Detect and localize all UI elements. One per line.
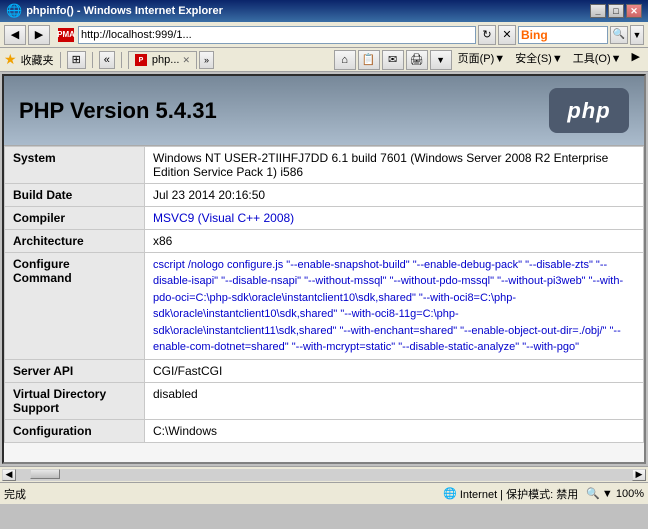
browser-icon: 🌐 xyxy=(6,3,22,19)
search-icon: 🔍 xyxy=(613,29,625,40)
row-value-build-date: Jul 23 2014 20:16:50 xyxy=(145,184,644,207)
row-label-architecture: Architecture xyxy=(5,230,145,253)
table-row: ConfigureCommand cscript /nologo configu… xyxy=(5,253,644,360)
row-label-build-date: Build Date xyxy=(5,184,145,207)
favorites-star-icon: ★ xyxy=(4,51,17,68)
address-bar: PMA http://localhost:999/1... ↻ ✕ xyxy=(58,25,516,45)
feeds-button[interactable]: 📋 xyxy=(358,50,380,70)
add-fav-icon: « xyxy=(104,54,110,66)
back-icon: ◀ xyxy=(11,28,19,41)
tab-pma-icon: P xyxy=(135,54,147,66)
collapse-icon: ⊞ xyxy=(72,53,81,66)
address-value: http://localhost:999/1... xyxy=(81,29,192,41)
status-bar: 完成 🌐 Internet | 保护模式: 禁用 🔍 ▼ 100% xyxy=(0,482,648,504)
forward-button[interactable]: ▶ xyxy=(28,25,50,45)
zoom-level: ▼ 100% xyxy=(602,488,644,500)
internet-zone: 🌐 Internet | 保护模式: 禁用 xyxy=(443,486,578,502)
horizontal-scrollbar[interactable] xyxy=(16,469,632,481)
table-row: Virtual DirectorySupport disabled xyxy=(5,383,644,420)
close-button[interactable]: ✕ xyxy=(626,4,642,18)
stop-icon: ✕ xyxy=(502,28,511,41)
row-value-vdir: disabled xyxy=(145,383,644,420)
status-text: 完成 xyxy=(4,486,26,502)
row-value-compiler: MSVC9 (Visual C++ 2008) xyxy=(145,207,644,230)
scroll-thumb xyxy=(30,469,60,479)
row-label-system: System xyxy=(5,147,145,184)
forward-icon: ▶ xyxy=(35,28,43,41)
content-area: PHP Version 5.4.31 php System Windows NT… xyxy=(2,74,646,464)
scroll-right-button[interactable]: ▶ xyxy=(632,469,646,481)
status-left: 完成 xyxy=(4,486,26,502)
table-row: Compiler MSVC9 (Visual C++ 2008) xyxy=(5,207,644,230)
row-label-compiler: Compiler xyxy=(5,207,145,230)
row-label-vdir: Virtual DirectorySupport xyxy=(5,383,145,420)
php-logo: php xyxy=(549,88,629,133)
scroll-left-button[interactable]: ◀ xyxy=(2,469,16,481)
row-label-config: Configuration xyxy=(5,420,145,443)
row-value-configure: cscript /nologo configure.js "--enable-s… xyxy=(145,253,644,360)
tab-area: P php... ✕ » xyxy=(128,51,330,69)
stop-button[interactable]: ✕ xyxy=(498,25,516,45)
row-value-architecture: x86 xyxy=(145,230,644,253)
scrollbar-area: ◀ ▶ xyxy=(0,466,648,482)
window-title: phpinfo() - Windows Internet Explorer xyxy=(26,5,223,17)
php-info-table: System Windows NT USER-2TIIHFJ7DD 6.1 bu… xyxy=(4,146,644,443)
table-row: Configuration C:\Windows xyxy=(5,420,644,443)
menu-bar: ⌂ 📋 ✉ 🖨 ▼ 页面(P)▼ 安全(S)▼ 工具(O)▼ ▶ xyxy=(334,50,644,70)
tab-label: php... xyxy=(152,54,180,66)
tab-close-icon[interactable]: ✕ xyxy=(182,55,190,66)
php-version-title: PHP Version 5.4.31 xyxy=(19,98,217,124)
php-logo-text: php xyxy=(567,98,610,124)
page-menu[interactable]: 页面(P)▼ xyxy=(454,50,510,70)
nav-toolbar: ◀ ▶ PMA http://localhost:999/1... ↻ ✕ Bi… xyxy=(0,22,648,48)
favorites-label: 收藏夹 xyxy=(21,52,54,68)
search-dropdown-button[interactable]: ▼ xyxy=(630,25,644,45)
zoom-control[interactable]: 🔍 ▼ 100% xyxy=(586,487,644,500)
home-button[interactable]: ⌂ xyxy=(334,50,356,70)
row-label-configure: ConfigureCommand xyxy=(5,253,145,360)
row-value-config: C:\Windows xyxy=(145,420,644,443)
refresh-button[interactable]: ↻ xyxy=(478,25,496,45)
row-label-server-api: Server API xyxy=(5,360,145,383)
address-input[interactable]: http://localhost:999/1... xyxy=(78,26,476,44)
table-row: Server API CGI/FastCGI xyxy=(5,360,644,383)
toolbar-separator-3 xyxy=(121,52,122,68)
search-area: Bing 🔍 ▼ xyxy=(518,25,644,45)
minimize-button[interactable]: _ xyxy=(590,4,606,18)
print-dropdown-button[interactable]: ▼ xyxy=(430,50,452,70)
mail-button[interactable]: ✉ xyxy=(382,50,404,70)
zone-text: Internet | 保护模式: 禁用 xyxy=(460,486,578,502)
title-bar-left: 🌐 phpinfo() - Windows Internet Explorer xyxy=(6,3,223,19)
print-button[interactable]: 🖨 xyxy=(406,50,428,70)
table-row: Architecture x86 xyxy=(5,230,644,253)
status-right: 🌐 Internet | 保护模式: 禁用 🔍 ▼ 100% xyxy=(443,486,644,502)
favorites-bar: ★ 收藏夹 ⊞ « P php... ✕ » ⌂ 📋 ✉ 🖨 ▼ 页面(P)▼ … xyxy=(0,48,648,72)
search-button[interactable]: 🔍 xyxy=(610,26,628,44)
tools-menu[interactable]: 工具(O)▼ xyxy=(569,50,626,70)
title-bar: 🌐 phpinfo() - Windows Internet Explorer … xyxy=(0,0,648,22)
security-menu[interactable]: 安全(S)▼ xyxy=(511,50,567,70)
title-bar-buttons[interactable]: _ □ ✕ xyxy=(590,4,642,18)
tab-php[interactable]: P php... ✕ xyxy=(128,51,197,69)
back-button[interactable]: ◀ xyxy=(4,25,26,45)
php-header: PHP Version 5.4.31 php xyxy=(4,76,644,146)
search-engine-label: Bing xyxy=(521,28,548,42)
pma-icon: PMA xyxy=(58,28,74,42)
table-row: System Windows NT USER-2TIIHFJ7DD 6.1 bu… xyxy=(5,147,644,184)
more-menu[interactable]: ▶ xyxy=(628,50,644,70)
row-value-server-api: CGI/FastCGI xyxy=(145,360,644,383)
search-input[interactable]: Bing xyxy=(518,26,608,44)
zone-icon: 🌐 xyxy=(443,487,457,500)
new-tab-button[interactable]: » xyxy=(199,51,214,69)
add-fav-button[interactable]: « xyxy=(99,51,115,69)
zoom-icon: 🔍 xyxy=(586,487,600,500)
refresh-icon: ↻ xyxy=(482,28,491,41)
table-row: Build Date Jul 23 2014 20:16:50 xyxy=(5,184,644,207)
collapse-button[interactable]: ⊞ xyxy=(67,51,86,69)
toolbar-separator-2 xyxy=(92,52,93,68)
maximize-button[interactable]: □ xyxy=(608,4,624,18)
row-value-system: Windows NT USER-2TIIHFJ7DD 6.1 build 760… xyxy=(145,147,644,184)
toolbar-separator xyxy=(60,52,61,68)
